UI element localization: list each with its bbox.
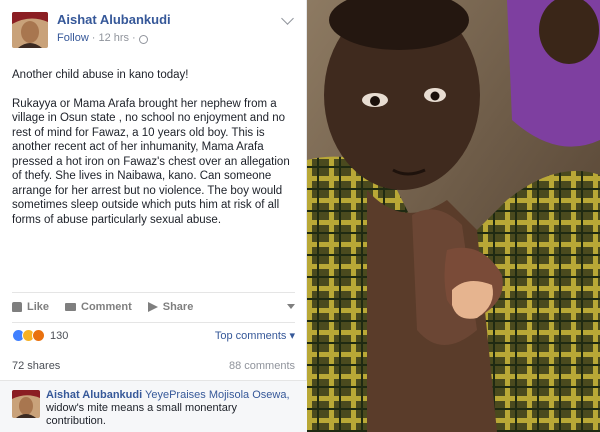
caret-down-icon[interactable] (287, 304, 295, 309)
post-time[interactable]: 12 hrs (98, 32, 129, 44)
author-avatar[interactable] (12, 12, 48, 48)
like-button[interactable]: Like (12, 301, 49, 313)
commenter-avatar[interactable] (12, 390, 40, 418)
reaction-count[interactable]: 130 (50, 330, 68, 342)
comment-item: Aishat Alubankudi YeyePraises Mojisola O… (0, 380, 307, 432)
comment-body: widow's mite means a small monentary con… (46, 402, 238, 427)
reactions-row: 130 Top comments ▾ (12, 322, 295, 348)
comment-button[interactable]: Comment (65, 301, 132, 313)
comment-icon (65, 302, 77, 311)
post-photo-image (307, 0, 600, 432)
share-icon (147, 301, 158, 312)
post-body: Another child abuse in kano today! Rukay… (12, 68, 297, 241)
post-photo[interactable] (307, 0, 600, 432)
facebook-post: Aishat Alubankudi Follow · 12 hrs · Anot… (0, 0, 307, 432)
post-stats: 72 shares 88 comments (12, 356, 295, 378)
share-button[interactable]: Share (147, 300, 194, 313)
follow-link[interactable]: Follow (57, 32, 89, 44)
post-meta: Follow · 12 hrs · (57, 32, 148, 44)
post-actions: Like Comment Share (12, 292, 295, 320)
globe-icon (138, 34, 148, 44)
post-headline: Another child abuse in kano today! (12, 69, 189, 81)
post-header: Aishat Alubankudi Follow · 12 hrs · (0, 0, 306, 50)
comment-text: Aishat Alubankudi YeyePraises Mojisola O… (46, 389, 296, 428)
meta-separator: · (91, 32, 96, 44)
comments-count[interactable]: 88 comments (229, 360, 295, 372)
like-label: Like (27, 300, 50, 313)
top-comments-dropdown[interactable]: Top comments ▾ (215, 329, 295, 342)
comment-label: Comment (81, 300, 132, 313)
share-label: Share (162, 300, 194, 313)
commenter-name[interactable]: Aishat Alubankudi (46, 389, 142, 401)
comment-mention[interactable]: YeyePraises Mojisola Osewa, (145, 389, 290, 401)
shares-count[interactable]: 72 shares (12, 360, 60, 372)
meta-separator: · (132, 32, 136, 44)
angry-reaction-icon (32, 329, 45, 342)
chevron-down-icon[interactable] (281, 12, 294, 25)
author-name[interactable]: Aishat Alubankudi (57, 12, 171, 27)
thumbs-up-icon (12, 301, 22, 312)
post-paragraph: Rukayya or Mama Arafa brought her nephew… (12, 97, 290, 226)
